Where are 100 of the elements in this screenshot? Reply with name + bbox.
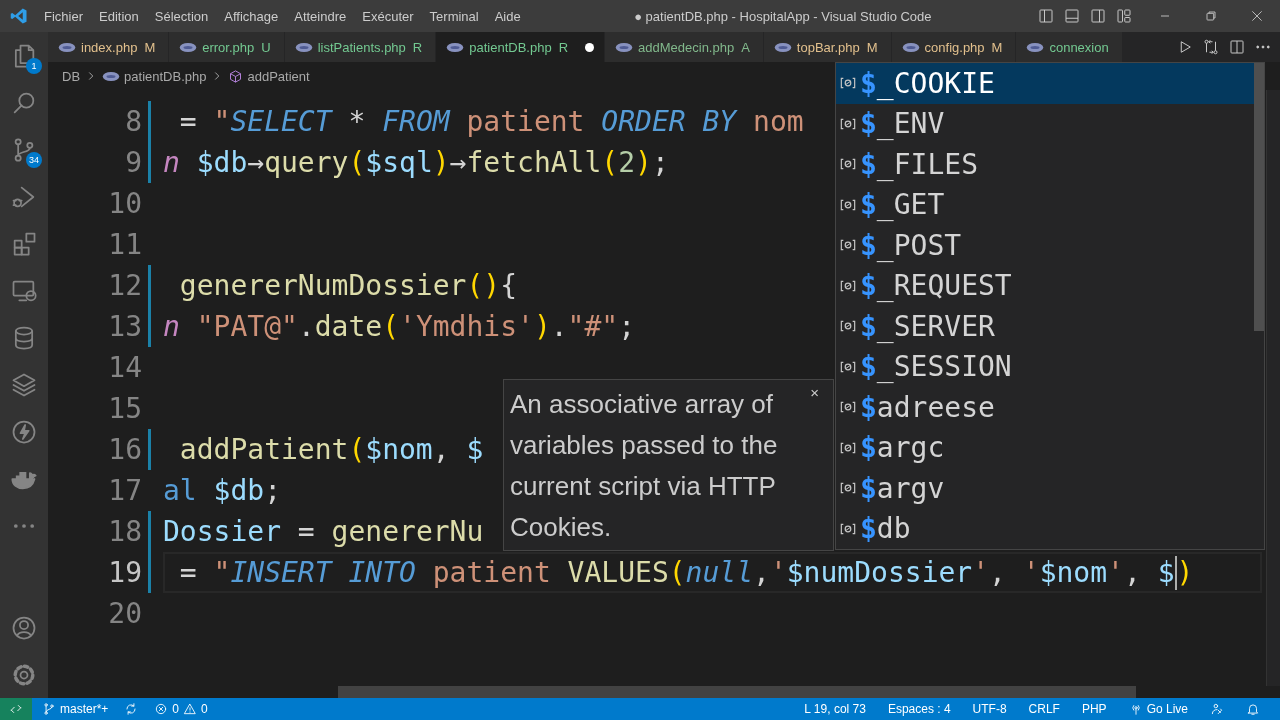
variable-icon [840,238,856,253]
variable-icon [840,76,856,91]
secondary-sidebar-icon[interactable] [1089,7,1107,25]
breadcrumb-item[interactable]: DB [62,68,81,84]
status-item[interactable]: L 19, col 73 [798,698,872,720]
variable-icon [840,157,856,172]
horizontal-scrollbar[interactable] [338,686,1136,698]
code-line: = "SELECT * FROM patient ORDER BY nom [178,105,804,138]
line-number: 14 [107,351,142,384]
menu-item[interactable]: Sélection [146,4,217,28]
line-number: 10 [107,187,142,220]
code-line: = "INSERT INTO patient VALUES(null,'$numDossier', '$nom', $) [178,555,1194,590]
suggestion-item[interactable]: $_ENV [836,103,1254,144]
branch-button[interactable]: master*+ [36,698,115,720]
php-file-icon [1026,41,1045,53]
suggestion-item[interactable]: $adreese [836,387,1254,428]
window-title: ● patientDB.php - HospitalApp - Visual Studio Code [633,8,933,24]
variable-icon [840,319,856,334]
variable-icon [840,359,856,374]
line-number: 17 [107,474,142,507]
suggestion-item[interactable]: $_SESSION [836,346,1254,387]
code-line: Dossier = genererNu [163,515,484,548]
menu-item[interactable]: Exécuter [354,4,422,28]
line-number: 12 [107,269,142,302]
menu-item[interactable]: Edition [91,4,147,28]
variable-icon [840,521,856,536]
suggestion-item[interactable]: $db [836,508,1254,549]
layout-icon[interactable] [1115,7,1133,25]
close-icon[interactable] [1249,8,1265,24]
php-file-icon [294,41,313,53]
editor-tab[interactable]: error.php U [169,32,285,62]
close-button[interactable]: × [808,384,821,401]
split-editor-icon[interactable] [1228,38,1246,56]
line-number: 11 [107,228,142,261]
menu-item[interactable]: Atteindre [286,4,355,28]
breadcrumb-item[interactable]: patientDB.php [124,68,207,84]
warning-icon [183,702,198,716]
line-number: 15 [107,392,142,425]
branch-icon [42,702,56,716]
go-live-button[interactable]: Go Live [1122,698,1194,720]
panel-toggle-icon[interactable] [1063,7,1081,25]
php-file-icon [58,41,76,53]
remote-button[interactable] [0,698,32,720]
menu-item[interactable]: Terminal [421,4,487,28]
notifications-icon[interactable] [1246,702,1260,716]
line-number: 8 [124,105,142,138]
suggestion-item[interactable]: $_GET [836,184,1254,225]
suggestion-item[interactable]: $argc [836,427,1254,468]
suggestion-item[interactable]: $argv [836,468,1254,509]
suggestion-item[interactable]: $_SERVER [836,306,1254,347]
line-number: 20 [107,597,142,630]
status-item[interactable]: PHP [1075,698,1113,720]
status-item[interactable]: UTF-8 [966,698,1013,720]
php-file-icon [179,41,198,53]
php-file-icon [615,41,634,53]
menu-item[interactable]: Affichage [216,4,287,28]
breadcrumb-item[interactable]: addPatient [247,68,310,84]
suggestion-item[interactable]: $_POST [836,225,1254,266]
line-number: 9 [124,146,142,179]
line-number: 13 [107,310,142,343]
count-badge: 1 [26,58,42,74]
suggestion-item[interactable]: $_REQUEST [836,265,1254,306]
count-badge: 34 [26,152,42,168]
error-icon [154,702,169,716]
vscode-logo-icon [10,7,28,25]
editor-tab[interactable]: index.php M [48,32,170,62]
menu-item[interactable]: Aide [486,4,529,28]
code-line: n $db→query($sql)→fetchAll(2); [163,146,669,179]
sidebar-toggle-icon[interactable] [1037,7,1055,25]
code-line: addPatient($nom, $ [178,433,484,466]
line-number: 16 [107,433,142,466]
php-file-icon [773,41,792,53]
menu-item[interactable]: Fichier [36,4,91,28]
code-line: n "PAT@".date('Ymdhis')."#"; [163,310,636,343]
restore-icon[interactable] [1203,8,1219,24]
sync-icon[interactable] [124,702,139,716]
status-item[interactable]: Espaces : 4 [881,698,957,720]
editor-tab[interactable]: listPatients.php R [284,32,437,62]
problems-button[interactable]: 0 0 [148,698,214,720]
suggestion-item[interactable]: $_FILES [836,144,1254,185]
hover-description: An associative array of variables passed to the current script via HTTP Cookies. [510,388,779,544]
feedback-icon[interactable] [1210,702,1224,716]
editor-tab[interactable]: connexion [1016,32,1123,62]
status-item[interactable]: CRLF [1022,698,1066,720]
editor-tab[interactable]: config.php M [891,32,1017,62]
compare-changes-icon[interactable] [1202,38,1220,56]
variable-icon [840,278,856,293]
line-number: 18 [107,515,142,548]
editor-tab[interactable]: topBar.php M [763,32,892,62]
variable-icon [840,197,856,212]
vertical-scrollbar[interactable] [1266,90,1280,686]
suggestion-scrollbar[interactable] [1254,63,1264,331]
php-file-icon [901,41,920,53]
editor-tab[interactable]: patientDB.php R [436,32,606,62]
suggestion-item[interactable]: $_COOKIE [836,63,1254,104]
line-number: 19 [107,556,142,589]
cube-icon [228,68,244,84]
variable-icon [840,440,856,455]
editor-tab[interactable]: addMedecin.php A [605,32,764,62]
variable-icon [840,400,856,415]
